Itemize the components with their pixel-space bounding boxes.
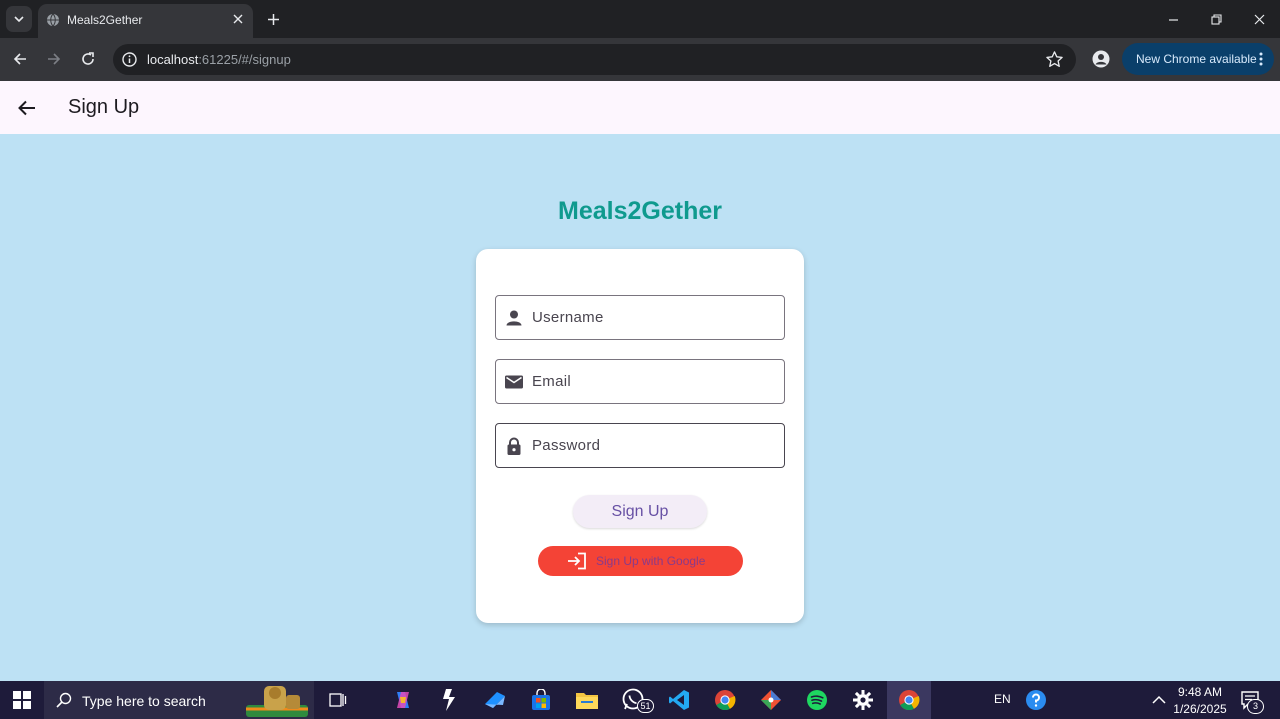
start-button[interactable] xyxy=(0,681,44,719)
whatsapp-badge: 51 xyxy=(637,699,654,713)
signup-card: Sign Up Sign Up with Google xyxy=(476,249,804,623)
task-view-button[interactable] xyxy=(323,686,351,714)
windows-taskbar: Type here to search 51 EN 9:48 AM 1/26/2… xyxy=(0,681,1280,719)
spotify-icon xyxy=(807,690,827,710)
lightning-app-icon xyxy=(443,689,455,711)
username-input[interactable] xyxy=(532,297,777,338)
clock-date[interactable]: 1/26/2025 xyxy=(1170,702,1230,716)
settings-button[interactable] xyxy=(849,686,877,714)
arrow-back-icon xyxy=(18,100,35,116)
restore-button[interactable] xyxy=(1201,6,1231,32)
mail-icon xyxy=(505,375,523,389)
copilot-button[interactable] xyxy=(389,686,417,714)
taskbar-search-placeholder: Type here to search xyxy=(82,693,206,709)
reload-icon xyxy=(82,52,94,65)
browser-tab-strip: Meals2Gether xyxy=(0,0,1280,38)
username-field[interactable] xyxy=(495,295,785,340)
folder-icon xyxy=(576,693,598,709)
google-signup-button[interactable]: Sign Up with Google xyxy=(538,546,743,576)
browser-toolbar: localhost:61225/#/signup New Chrome avai… xyxy=(0,38,1280,81)
globe-icon xyxy=(47,13,59,27)
account-icon xyxy=(1092,50,1110,68)
email-field[interactable] xyxy=(495,359,785,404)
close-icon xyxy=(1254,14,1264,24)
address-bar[interactable]: localhost:61225/#/signup xyxy=(113,44,1076,75)
chevron-up-icon[interactable] xyxy=(1151,693,1167,707)
vs-code-button[interactable] xyxy=(665,686,693,714)
chrome-icon xyxy=(715,690,736,711)
signup-button-label: Sign Up xyxy=(611,502,669,520)
google-signup-label: Sign Up with Google xyxy=(596,554,706,568)
store-icon xyxy=(532,689,550,710)
lock-icon xyxy=(507,437,521,455)
tab-title: Meals2Gether xyxy=(67,13,143,27)
reload-button[interactable] xyxy=(75,46,101,72)
help-icon[interactable] xyxy=(1025,689,1047,711)
app-back-button[interactable] xyxy=(14,95,40,121)
input-language[interactable]: EN xyxy=(994,692,1011,706)
git-icon xyxy=(761,690,781,710)
search-icon xyxy=(56,692,72,708)
azure-data-studio-button[interactable] xyxy=(481,686,509,714)
taskbar-search[interactable]: Type here to search xyxy=(44,681,314,719)
login-icon xyxy=(568,552,586,570)
dev-tool-button[interactable] xyxy=(435,686,463,714)
profile-button[interactable] xyxy=(1089,47,1113,71)
url-host: localhost xyxy=(147,52,199,67)
tab-search-button[interactable] xyxy=(6,6,32,32)
chrome-active-task[interactable] xyxy=(887,681,931,719)
file-explorer-button[interactable] xyxy=(573,686,601,714)
close-icon xyxy=(233,14,243,24)
notification-count: 3 xyxy=(1247,699,1264,714)
windows-logo-icon xyxy=(13,691,31,709)
microsoft-store-button[interactable] xyxy=(527,686,555,714)
git-client-button[interactable] xyxy=(757,686,785,714)
copilot-icon xyxy=(397,692,409,708)
spotify-button[interactable] xyxy=(803,686,831,714)
vscode-icon xyxy=(669,690,689,710)
brand-title: Meals2Gether xyxy=(558,197,722,225)
search-highlight-illustration xyxy=(246,686,308,717)
chevron-down-icon xyxy=(14,16,24,23)
arrow-right-icon xyxy=(48,53,61,65)
new-tab-button[interactable] xyxy=(262,8,284,30)
url-path: :61225/#/signup xyxy=(198,52,291,67)
url-text: localhost:61225/#/signup xyxy=(147,52,291,67)
password-field[interactable] xyxy=(495,423,785,468)
plus-icon xyxy=(267,13,279,25)
chrome-icon xyxy=(899,690,920,711)
email-input[interactable] xyxy=(532,361,777,402)
clock-time[interactable]: 9:48 AM xyxy=(1170,685,1230,699)
app-bar: Sign Up xyxy=(0,81,1280,134)
update-label: New Chrome available xyxy=(1136,52,1257,66)
gear-icon xyxy=(853,690,873,710)
restore-icon xyxy=(1210,13,1222,25)
database-studio-icon xyxy=(485,692,505,708)
arrow-left-icon xyxy=(13,53,26,65)
person-icon xyxy=(506,310,522,326)
more-vert-icon xyxy=(1259,52,1263,66)
close-window-button[interactable] xyxy=(1244,6,1274,32)
forward-nav-button[interactable] xyxy=(41,46,67,72)
tab-close-button[interactable] xyxy=(229,10,247,28)
signup-button[interactable]: Sign Up xyxy=(573,495,707,528)
password-input[interactable] xyxy=(532,425,777,466)
site-info-icon[interactable] xyxy=(121,51,138,68)
minimize-icon xyxy=(1168,18,1178,21)
bookmark-star-icon[interactable] xyxy=(1045,50,1064,69)
back-nav-button[interactable] xyxy=(7,46,33,72)
browser-tab-active[interactable]: Meals2Gether xyxy=(38,4,253,38)
minimize-button[interactable] xyxy=(1158,6,1188,32)
task-view-icon xyxy=(329,693,347,707)
chrome-update-button[interactable]: New Chrome available xyxy=(1122,43,1274,75)
chrome-button[interactable] xyxy=(711,686,739,714)
page-title: Sign Up xyxy=(68,96,140,118)
